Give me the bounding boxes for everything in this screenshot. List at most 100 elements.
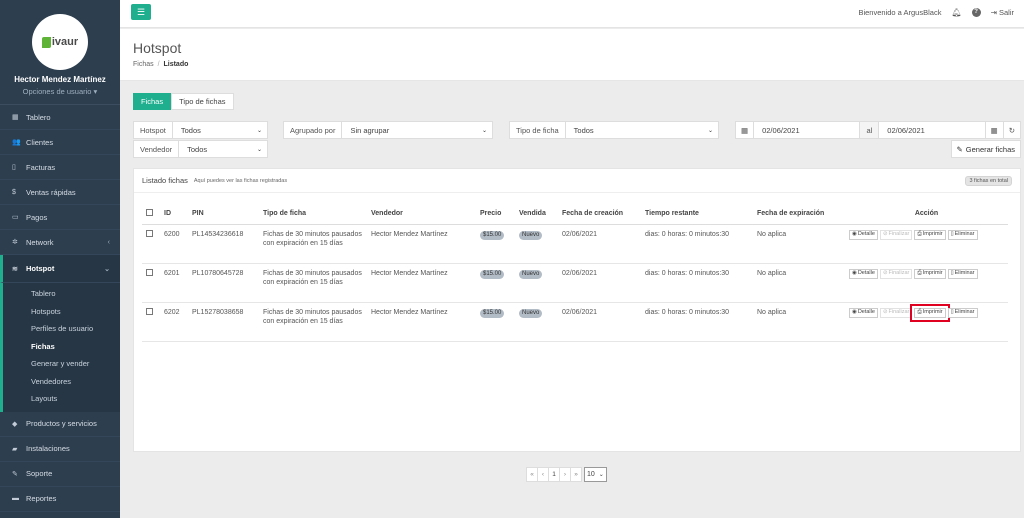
cell-pin: PL14534236618 [188, 224, 259, 264]
generate-fichas-button[interactable]: ✎ Generar fichas [950, 140, 1021, 158]
imprimir-button[interactable]: ⎙ Imprimir [914, 229, 946, 240]
sidebar-item-label: Facturas [26, 162, 56, 172]
submenu-item-layouts[interactable]: Layouts [3, 390, 120, 408]
sidebar-item-ventas-r-pidas[interactable]: $ Ventas rápidas [0, 180, 120, 205]
logout-icon: ⇥ [990, 8, 997, 17]
page-size-value: 10 [587, 471, 595, 478]
bell-icon[interactable]: 🔔︎ [951, 8, 961, 17]
hotspot-select[interactable]: Todos ⌄ [173, 122, 267, 138]
hamburger-icon: ☰ [136, 6, 146, 17]
chevron-down-icon: ⌄ [256, 127, 262, 134]
sidebar-item-hotspot[interactable]: ≋ Hotspot ⌄ [0, 255, 120, 283]
tab-tipo-de-fichas[interactable]: Tipo de fichas [171, 93, 234, 110]
action-label: Imprimir [922, 269, 943, 276]
money-icon: ▭ [12, 214, 19, 221]
sidebar-item-label: Pagos [26, 212, 48, 222]
tab-fichas[interactable]: Fichas [133, 93, 172, 110]
cell-restante: dias: 0 horas: 0 minutos:30 [641, 224, 753, 264]
action-label: Detalle [857, 230, 875, 237]
row-checkbox[interactable] [146, 307, 153, 315]
help-icon[interactable]: ? [971, 8, 981, 17]
sidebar-item-instalaciones[interactable]: ▰ Instalaciones [0, 437, 120, 462]
cell-actions: ◉ Detalle ⊘ Finalizar ⎙ Imprimir ▯ Eliminar [845, 224, 1008, 264]
cell-expiracion: No aplica [753, 263, 845, 303]
sidebar-item-label: Clientes [26, 137, 54, 147]
col-id: ID [160, 203, 188, 225]
cell-id: 6201 [160, 263, 188, 303]
col-pin: PIN [188, 203, 259, 225]
row-actions: ◉ Detalle ⊘ Finalizar ⎙ Imprimir ▯ Eliminar [849, 268, 1004, 279]
tipo-filter: Tipo de ficha Todos ⌄ [509, 121, 719, 139]
dashboard-icon: ▦ [12, 114, 19, 121]
cell-creacion: 02/06/2021 [558, 302, 641, 342]
cell-vendedor: Hector Mendez Martínez [367, 263, 476, 303]
detalle-button[interactable]: ◉ Detalle [849, 268, 878, 279]
table-row: 6200 PL14534236618 Fichas de 30 minutos pa… [142, 224, 1008, 264]
calendar-icon[interactable]: ▦ [985, 122, 1004, 138]
eliminar-button[interactable]: ▯ Eliminar [947, 229, 978, 240]
row-checkbox[interactable] [146, 229, 153, 237]
eliminar-button[interactable]: ▯ Eliminar [947, 268, 978, 279]
logout-link[interactable]: ⇥ Salir [991, 8, 1014, 17]
network-icon: ✲ [12, 239, 18, 246]
sidebar-item-reportes[interactable]: ▬ Reportes [0, 487, 120, 512]
table-header-row: ID PIN Tipo de ficha Vendedor Precio Ven… [142, 203, 1008, 225]
logout-label: Salir [998, 8, 1014, 17]
cell-pin: PL15278038658 [188, 302, 259, 342]
sidebar-item-soporte[interactable]: ✎ Soporte [0, 462, 120, 487]
date-to-value: 02/06/2021 [887, 125, 925, 135]
breadcrumb-parent[interactable]: Fichas [133, 61, 154, 68]
submenu-item-perfiles-de-usuario[interactable]: Perfiles de usuario [3, 320, 120, 338]
status-badge: Nuevo [519, 308, 543, 319]
eliminar-button[interactable]: ▯ Eliminar [947, 307, 978, 318]
chevron-down-icon: ⌄ [598, 472, 604, 478]
cell-tipo: Fichas de 30 minutos pausados con expira… [259, 302, 367, 342]
hotspot-filter: Hotspot Todos ⌄ [133, 121, 268, 139]
vendedor-select[interactable]: Todos ⌄ [179, 141, 267, 157]
calendar-icon[interactable]: ▦ [736, 122, 755, 138]
sidebar-item-facturas[interactable]: ▯ Facturas [0, 155, 120, 180]
imprimir-button[interactable]: ⎙ Imprimir [910, 303, 950, 322]
select-all-checkbox[interactable] [146, 208, 153, 216]
sidebar-item-pagos[interactable]: ▭ Pagos [0, 205, 120, 230]
row-checkbox[interactable] [146, 268, 153, 276]
date-range-filter: ▦ 02/06/2021 al 02/06/2021 ▦ ↻ [735, 121, 1021, 139]
imprimir-button[interactable]: ⎙ Imprimir [914, 268, 946, 279]
refresh-icon[interactable]: ↻ [1003, 122, 1021, 138]
menu-toggle-button[interactable]: ☰ [131, 4, 151, 20]
submenu-item-hotspots[interactable]: Hotspots [3, 303, 120, 321]
panel-title: Listado fichas [142, 176, 188, 185]
date-from-input[interactable]: 02/06/2021 [754, 122, 861, 138]
tipo-select[interactable]: Todos ⌄ [566, 122, 718, 138]
action-label: Finalizar [888, 269, 910, 276]
user-options-dropdown[interactable]: Opciones de usuario ▾ [0, 87, 120, 96]
status-badge: Nuevo [519, 230, 543, 241]
page-size-select[interactable]: 10 ⌄ [584, 467, 607, 482]
file-icon: ▯ [12, 164, 16, 171]
detalle-button[interactable]: ◉ Detalle [849, 307, 878, 318]
sidebar-item-productos-y-servicios[interactable]: ◆ Productos y servicios [0, 412, 120, 437]
sidebar-item-label: Tablero [26, 112, 51, 122]
print-icon: ⎙ [917, 308, 922, 315]
agrupado-filter-label: Agrupado por [284, 122, 343, 138]
agrupado-select[interactable]: Sin agrupar ⌄ [342, 122, 492, 138]
page-title: Hotspot [133, 40, 182, 56]
brand-logo: ivaur [32, 14, 88, 70]
hotspot-filter-label: Hotspot [134, 122, 173, 138]
cell-restante: dias: 0 horas: 0 minutos:30 [641, 263, 753, 303]
submenu-item-fichas[interactable]: Fichas [3, 338, 120, 356]
sidebar-item-clientes[interactable]: 👥 Clientes [0, 130, 120, 155]
logo-text: ivaur [51, 36, 79, 48]
submenu-item-tablero[interactable]: Tablero [3, 285, 120, 303]
detalle-button[interactable]: ◉ Detalle [849, 229, 878, 240]
vendedor-filter-label: Vendedor [134, 141, 180, 157]
dollar-icon: $ [12, 188, 16, 196]
wrench-icon: ✎ [12, 470, 18, 478]
last-page-button[interactable]: » [570, 467, 582, 482]
submenu-item-vendedores[interactable]: Vendedores [3, 373, 120, 391]
date-to-input[interactable]: 02/06/2021 [879, 122, 986, 138]
submenu-item-generar-y-vender[interactable]: Generar y vender [3, 355, 120, 373]
sidebar-item-tablero[interactable]: ▦ Tablero [0, 105, 120, 130]
sidebar-item-network[interactable]: ✲ Network ‹ [0, 230, 120, 255]
row-actions: ◉ Detalle ⊘ Finalizar ⎙ Imprimir ▯ Eliminar [849, 229, 1004, 240]
